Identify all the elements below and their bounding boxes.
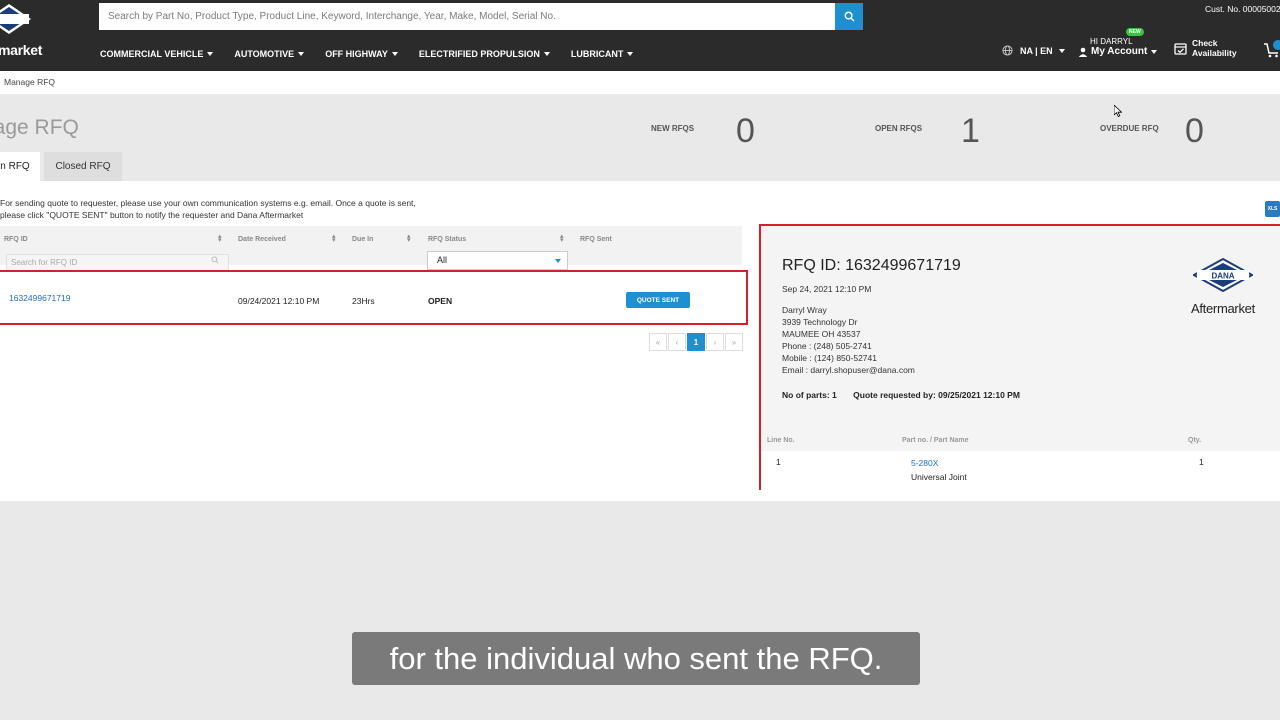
sort-icon[interactable]: ▴ ▾ bbox=[560, 233, 564, 244]
video-caption: for the individual who sent the RFQ. bbox=[352, 632, 920, 685]
search-icon bbox=[844, 11, 855, 22]
column-header-due-in[interactable]: Due In bbox=[352, 236, 373, 243]
column-header-rfq-status[interactable]: RFQ Status bbox=[428, 236, 466, 243]
nav-automotive[interactable]: AUTOMOTIVE bbox=[234, 49, 305, 59]
nav-electrified-propulsion[interactable]: ELECTRIFIED PROPULSION bbox=[419, 49, 550, 59]
dana-aftermarket-logo: DANA Aftermarket bbox=[1191, 257, 1255, 316]
rfq-grid-header: RFQ ID ▴ ▾ Date Received ▴ ▾ Due In ▴ ▾ RFQ… bbox=[0, 226, 742, 271]
sort-icon[interactable]: ▴ ▾ bbox=[407, 233, 411, 244]
dana-logo-icon: DANA bbox=[1191, 257, 1255, 293]
nav-lubricant[interactable]: LUBRICANT bbox=[571, 49, 634, 59]
dana-logo-icon[interactable] bbox=[0, 3, 32, 35]
chevron-down-icon bbox=[543, 52, 550, 56]
customer-number: Cust. No. 00005002 bbox=[1205, 4, 1280, 14]
stat-overdue-rfq-value: 0 bbox=[1185, 112, 1204, 150]
stat-open-rfqs-value: 1 bbox=[961, 112, 980, 150]
my-account-menu[interactable]: HI DARRYL My Account bbox=[1078, 37, 1158, 57]
page-last-button[interactable]: » bbox=[725, 333, 743, 351]
stat-overdue-rfq-label: OVERDUE RFQ bbox=[1100, 124, 1159, 133]
breadcrumb-bar: Manage RFQ bbox=[0, 71, 1280, 94]
chevron-down-icon bbox=[1058, 48, 1065, 53]
pagination: « ‹ 1 › » bbox=[648, 333, 743, 351]
nav-commercial-vehicle[interactable]: COMMERCIAL VEHICLE bbox=[100, 49, 214, 59]
rfq-status-filter-select[interactable]: All bbox=[427, 251, 568, 270]
rfq-detail-panel: RFQ ID: 1632499671719 Sep 24, 2021 12:10… bbox=[759, 224, 1280, 490]
svg-text:DANA: DANA bbox=[1211, 272, 1234, 281]
chevron-down-icon bbox=[298, 52, 305, 56]
cart-count-badge bbox=[1273, 40, 1280, 50]
parts-summary: No of parts: 1 Quote requested by: 09/25… bbox=[782, 390, 1020, 400]
part-number-link[interactable]: 5-280X bbox=[911, 458, 938, 468]
chevron-down-icon bbox=[207, 52, 214, 56]
nav-off-highway[interactable]: OFF HIGHWAY bbox=[325, 49, 398, 59]
tab-closed-rfq[interactable]: Closed RFQ bbox=[44, 152, 122, 181]
part-name-cell: Universal Joint bbox=[911, 472, 967, 482]
top-header: market COMMERCIAL VEHICLE AUTOMOTIVE OFF… bbox=[0, 0, 1280, 71]
chevron-down-icon bbox=[627, 52, 634, 56]
globe-icon bbox=[1002, 45, 1013, 56]
calendar-check-icon bbox=[1174, 42, 1187, 55]
detail-date: Sep 24, 2021 12:10 PM bbox=[782, 284, 872, 294]
column-header-rfq-id[interactable]: RFQ ID bbox=[4, 236, 28, 243]
column-header-qty: Qty. bbox=[1188, 437, 1202, 444]
table-row: 1 5-280X Universal Joint 1 bbox=[761, 451, 1280, 490]
search-input[interactable] bbox=[99, 3, 835, 30]
export-xls-icon[interactable]: XLS bbox=[1265, 201, 1280, 217]
mouse-cursor-icon bbox=[1114, 105, 1122, 117]
check-availability-button[interactable]: Check Availability bbox=[1174, 38, 1237, 58]
search-button[interactable] bbox=[835, 3, 863, 30]
column-header-part: Part no. / Part Name bbox=[902, 437, 969, 444]
new-badge: NEW bbox=[1126, 28, 1144, 36]
sort-icon[interactable]: ▴ ▾ bbox=[218, 233, 222, 244]
requester-contact: Darryl Wray 3939 Technology Dr MAUMEE OH… bbox=[782, 305, 915, 375]
qty-cell: 1 bbox=[1199, 457, 1204, 467]
search-icon bbox=[211, 256, 219, 264]
page-next-button[interactable]: › bbox=[706, 333, 724, 351]
region-language-selector[interactable]: NA | EN bbox=[1002, 45, 1065, 56]
page-prev-button[interactable]: ‹ bbox=[668, 333, 686, 351]
logo-wordmark[interactable]: market bbox=[0, 42, 42, 58]
breadcrumb: Manage RFQ bbox=[4, 77, 56, 87]
chevron-down-icon bbox=[555, 259, 561, 263]
detail-title: RFQ ID: 1632499671719 bbox=[782, 257, 961, 274]
user-icon bbox=[1078, 47, 1088, 57]
rfq-id-filter-input[interactable] bbox=[6, 254, 229, 271]
stat-new-rfqs-label: NEW RFQS bbox=[651, 124, 695, 133]
column-header-date-received[interactable]: Date Received bbox=[238, 236, 286, 243]
tab-open-rfq[interactable]: n RFQ bbox=[0, 152, 40, 181]
chevron-down-icon bbox=[1151, 49, 1158, 54]
column-header-line-no: Line No. bbox=[767, 437, 795, 444]
stat-new-rfqs-value: 0 bbox=[736, 112, 755, 150]
chevron-down-icon bbox=[391, 52, 398, 56]
line-no-cell: 1 bbox=[776, 457, 781, 467]
main-nav: COMMERCIAL VEHICLE AUTOMOTIVE OFF HIGHWA… bbox=[100, 49, 654, 59]
instructions-text: For sending quote to requester, please u… bbox=[0, 198, 416, 220]
column-header-rfq-sent: RFQ Sent bbox=[580, 236, 612, 243]
page-first-button[interactable]: « bbox=[649, 333, 667, 351]
parts-table-header: Line No. Part no. / Part Name Qty. bbox=[761, 431, 1280, 451]
page-1-button[interactable]: 1 bbox=[687, 333, 705, 351]
stat-open-rfqs-label: OPEN RFQS bbox=[875, 124, 923, 133]
highlight-box-row bbox=[0, 270, 748, 325]
greeting-text: HI DARRYL bbox=[1090, 37, 1133, 46]
sort-icon[interactable]: ▴ ▾ bbox=[332, 233, 336, 244]
page-title: nage RFQ bbox=[0, 116, 79, 139]
